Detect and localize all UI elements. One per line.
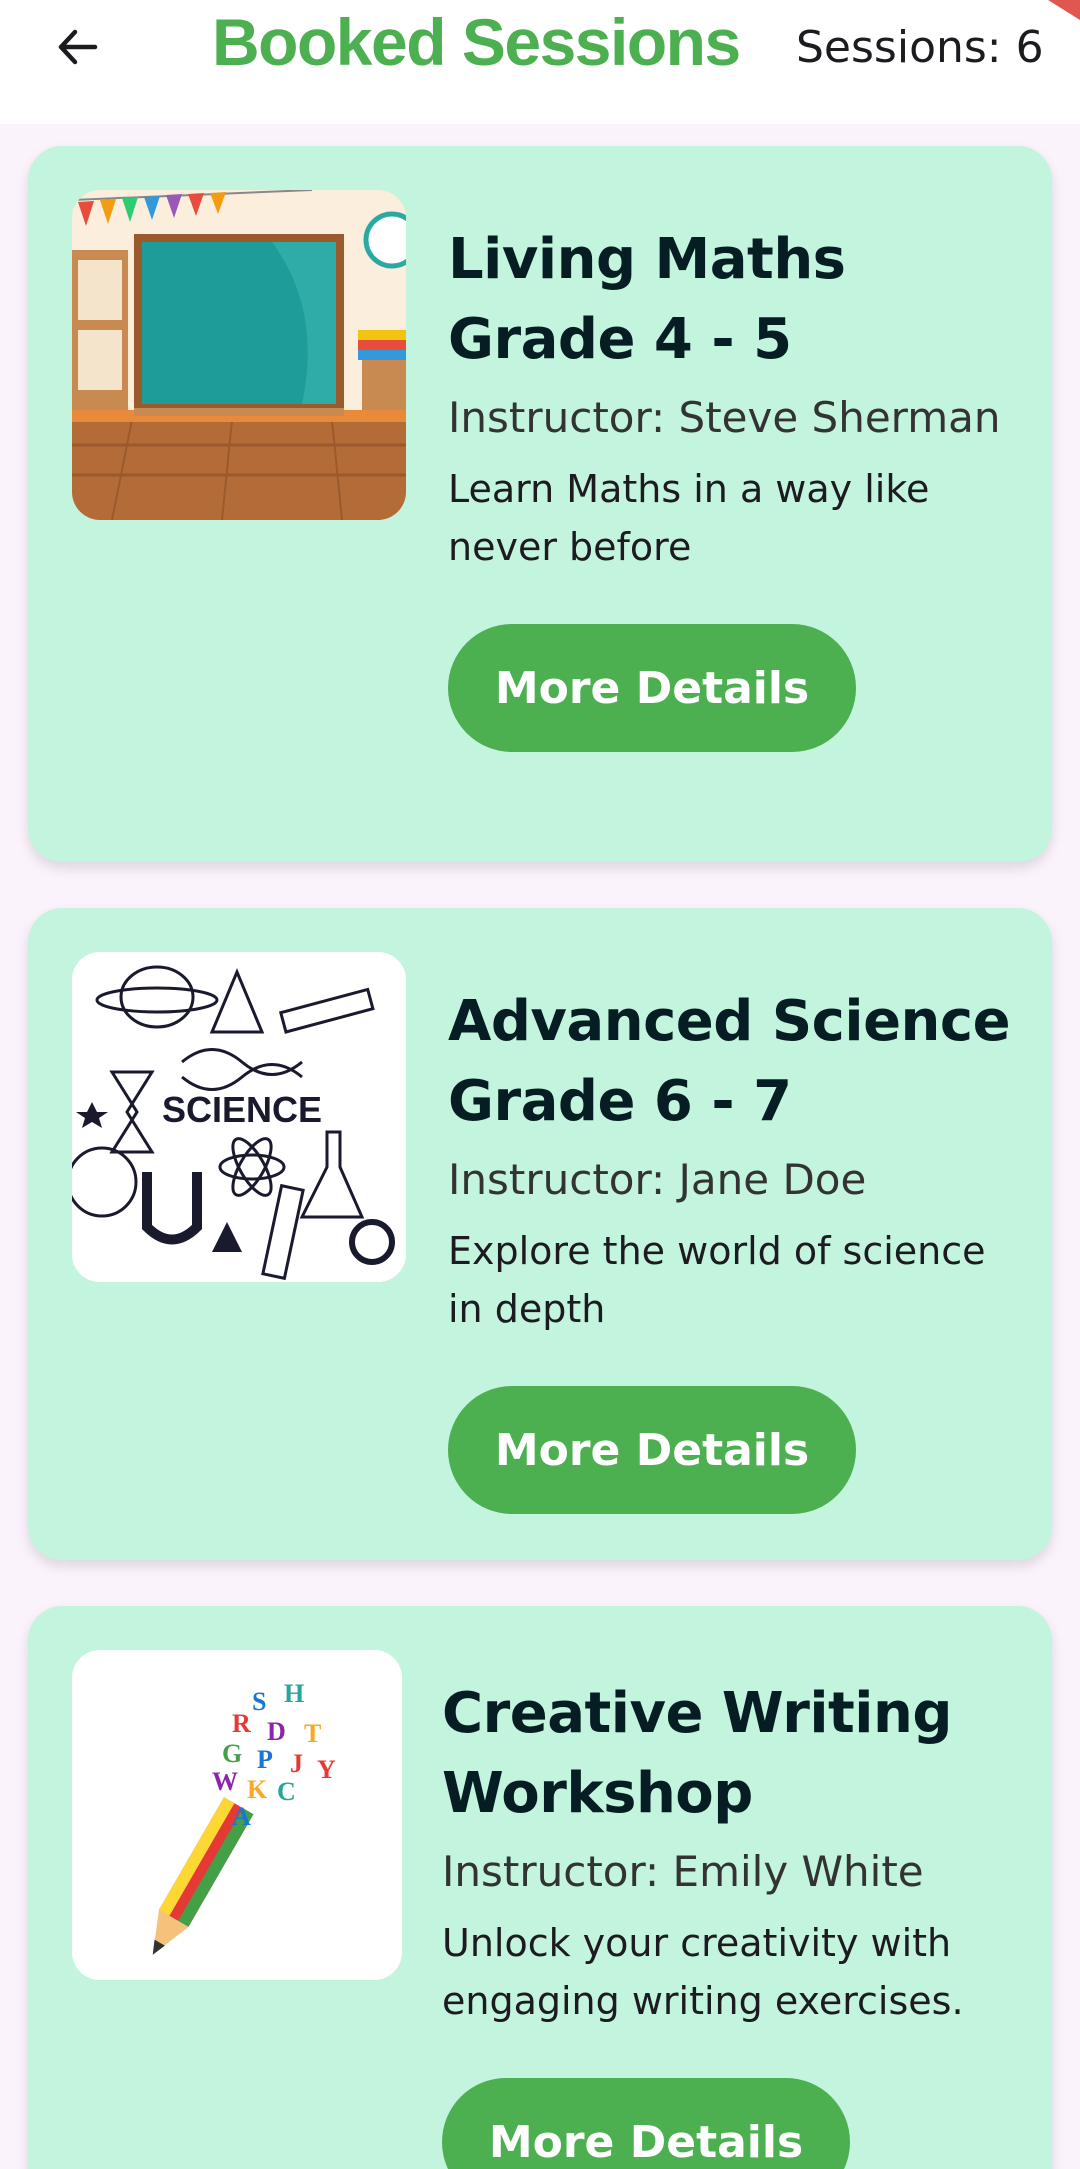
sessions-count: Sessions: 6 <box>796 22 1044 73</box>
session-description: Unlock your creativity with engaging wri… <box>442 1921 964 2023</box>
svg-text:T: T <box>304 1719 321 1748</box>
svg-text:A: A <box>232 1802 251 1831</box>
session-title: Creative Writing Workshop <box>442 1681 952 1826</box>
session-instructor: Instructor: Steve Sherman <box>448 393 1001 442</box>
session-instructor: Instructor: Jane Doe <box>448 1155 867 1204</box>
svg-text:S: S <box>252 1687 266 1716</box>
session-title: Advanced Science Grade 6 - 7 <box>448 989 1011 1134</box>
session-thumbnail-science: SCIENCE <box>72 952 406 1282</box>
svg-text:P: P <box>257 1745 273 1774</box>
svg-text:G: G <box>222 1739 242 1768</box>
session-card: SCIENCE Advanced Science Grade 6 - 7 Ins… <box>28 908 1052 1560</box>
app-bar: Booked Sessions Sessions: 6 <box>0 0 1080 124</box>
page-title: Booked Sessions <box>212 5 741 79</box>
session-thumbnail-writing: S H R D T G P J W K C Y A <box>72 1650 402 1980</box>
svg-text:H: H <box>284 1679 304 1708</box>
svg-text:D: D <box>267 1717 286 1746</box>
svg-text:J: J <box>290 1749 303 1778</box>
session-description: Learn Maths in a way like never before <box>448 467 930 569</box>
svg-text:C: C <box>277 1777 296 1806</box>
svg-text:R: R <box>232 1709 251 1738</box>
more-details-button[interactable]: More Details <box>448 624 856 752</box>
science-label: SCIENCE <box>162 1089 322 1130</box>
session-instructor: Instructor: Emily White <box>442 1847 924 1896</box>
svg-text:W: W <box>212 1767 238 1796</box>
more-details-button[interactable]: More Details <box>448 1386 856 1514</box>
session-info: Living Maths Grade 4 - 5 Instructor: Ste… <box>448 220 1028 752</box>
svg-text:K: K <box>247 1775 268 1804</box>
session-info: Creative Writing Workshop Instructor: Em… <box>442 1674 1022 2169</box>
debug-ribbon <box>1048 0 1080 20</box>
svg-text:Y: Y <box>317 1755 336 1784</box>
more-details-button[interactable]: More Details <box>442 2078 850 2169</box>
session-thumbnail-classroom <box>72 190 406 520</box>
back-button[interactable] <box>44 14 110 80</box>
session-card: S H R D T G P J W K C Y A Creative Writi… <box>28 1606 1052 2169</box>
session-title: Living Maths Grade 4 - 5 <box>448 227 846 372</box>
session-info: Advanced Science Grade 6 - 7 Instructor:… <box>448 982 1028 1514</box>
session-card: Living Maths Grade 4 - 5 Instructor: Ste… <box>28 146 1052 862</box>
session-description: Explore the world of science in depth <box>448 1229 986 1331</box>
back-arrow-icon <box>58 29 98 65</box>
